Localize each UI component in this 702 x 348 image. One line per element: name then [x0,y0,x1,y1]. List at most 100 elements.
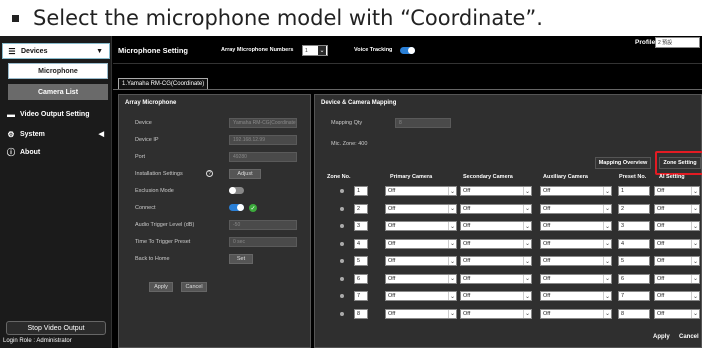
cancel-button[interactable]: Cancel [181,282,207,292]
ai-setting-select[interactable]: Off ⌄ [654,203,700,214]
zone-no-field[interactable]: 6 [354,273,368,284]
auxiliary-camera-select-value: Off [543,293,551,299]
primary-camera-select[interactable]: Off ⌄ [385,238,457,249]
auxiliary-camera-select[interactable]: Off ⌄ [540,221,612,231]
main-content: Microphone Setting Array Microphone Numb… [113,36,702,348]
zone-no-field[interactable]: 8 [354,308,368,319]
preset-no-field-value: 7 [621,293,625,299]
zone-no-field[interactable]: 7 [354,291,368,301]
sidebar-item-label: Camera List [37,88,79,96]
secondary-camera-select[interactable]: Off ⌄ [460,308,532,319]
primary-camera-select[interactable]: Off ⌄ [385,256,457,266]
primary-camera-select-value: Off [388,205,396,212]
preset-no-field[interactable]: 2 [618,203,650,214]
secondary-camera-select[interactable]: Off ⌄ [460,256,532,266]
help-icon[interactable]: ? [206,170,213,177]
mapping-apply-button[interactable]: Apply [653,334,670,340]
preset-no-field[interactable]: 7 [618,291,650,301]
chevron-down-icon: ⌄ [691,257,699,265]
chevron-down-icon: ⌄ [523,187,531,195]
ai-setting-select-value: Off [657,293,665,299]
sidebar-item-microphone[interactable]: Microphone [8,63,108,79]
sidebar-item-about[interactable]: ⓘ About [2,144,110,160]
connect-toggle[interactable] [229,204,244,211]
profile-select[interactable]: 2 預設 [655,37,700,48]
auxiliary-camera-select-value: Off [543,240,551,247]
ai-setting-select[interactable]: Off ⌄ [654,186,700,196]
zone-no-field[interactable]: 4 [354,238,368,249]
array-mic-numbers-label: Array Microphone Numbers [221,47,294,53]
primary-camera-select[interactable]: Off ⌄ [385,221,457,231]
chevron-down-icon: ⌄ [691,187,699,195]
secondary-camera-select[interactable]: Off ⌄ [460,273,532,284]
port-field[interactable]: 49280 [229,152,297,162]
zone-no-field-value: 2 [357,205,361,212]
back-to-home-set-button[interactable]: Set [229,254,253,264]
auxiliary-camera-select[interactable]: Off ⌄ [540,308,612,319]
mapping-qty-select[interactable]: 8 [395,118,451,128]
preset-no-field[interactable]: 1 [618,186,650,196]
ai-setting-select[interactable]: Off ⌄ [654,273,700,284]
ai-setting-select[interactable]: Off ⌄ [654,238,700,249]
secondary-camera-select[interactable]: Off ⌄ [460,238,532,249]
sidebar-item-camera-list[interactable]: Camera List [8,84,108,100]
primary-camera-select[interactable]: Off ⌄ [385,203,457,214]
ai-setting-select[interactable]: Off ⌄ [654,308,700,319]
secondary-camera-select[interactable]: Off ⌄ [460,221,532,231]
preset-no-field[interactable]: 6 [618,273,650,284]
secondary-camera-select[interactable]: Off ⌄ [460,291,532,301]
auxiliary-camera-select[interactable]: Off ⌄ [540,291,612,301]
col-preset-no: Preset No. [619,174,647,180]
preset-no-field[interactable]: 3 [618,221,650,231]
ai-setting-select[interactable]: Off ⌄ [654,291,700,301]
audio-trigger-field[interactable]: -50 [229,220,297,230]
time-to-trigger-select[interactable]: 0 sec [229,237,297,247]
primary-camera-select-value: Off [388,275,396,282]
device-label: Device [135,120,152,126]
primary-camera-select[interactable]: Off ⌄ [385,308,457,319]
primary-camera-select-value: Off [388,293,396,299]
chevron-down-icon: ⌄ [603,309,611,318]
caption-text: Select the microphone model with “Coordi… [33,6,543,30]
ai-setting-select[interactable]: Off ⌄ [654,221,700,231]
zone-no-field[interactable]: 2 [354,203,368,214]
zone-no-field[interactable]: 1 [354,186,368,196]
array-mic-numbers-select[interactable]: 1 ⌄ [302,45,328,56]
device-field[interactable]: Yamaha RM-CG(Coordinate) [229,118,297,128]
auxiliary-camera-select-value: Off [543,275,551,282]
auxiliary-camera-select[interactable]: Off ⌄ [540,238,612,249]
apply-button[interactable]: Apply [149,282,173,292]
preset-no-field[interactable]: 4 [618,238,650,249]
preset-no-field-value: 2 [621,205,625,212]
secondary-camera-select[interactable]: Off ⌄ [460,203,532,214]
primary-camera-select[interactable]: Off ⌄ [385,186,457,196]
ai-setting-select-value: Off [657,258,665,264]
tab-yamaha-coordinate[interactable]: 1.Yamaha RM-CG(Coordinate) [118,78,209,89]
secondary-camera-select[interactable]: Off ⌄ [460,186,532,196]
secondary-camera-select-value: Off [463,293,471,299]
auxiliary-camera-select[interactable]: Off ⌄ [540,256,612,266]
device-ip-field[interactable]: 192.168.12.99 [229,135,297,145]
zone-no-field[interactable]: 3 [354,221,368,231]
preset-no-field[interactable]: 5 [618,256,650,266]
zone-no-field[interactable]: 5 [354,256,368,266]
ai-setting-select[interactable]: Off ⌄ [654,256,700,266]
mapping-cancel-button[interactable]: Cancel [679,334,699,340]
voice-tracking-toggle[interactable] [400,47,415,54]
bullet-icon [12,14,19,22]
primary-camera-select[interactable]: Off ⌄ [385,273,457,284]
auxiliary-camera-select[interactable]: Off ⌄ [540,203,612,214]
chevron-down-icon: ⌄ [691,222,699,230]
preset-no-field[interactable]: 8 [618,308,650,319]
adjust-button[interactable]: Adjust [229,169,261,179]
sidebar-item-video-output[interactable]: ▬ Video Output Setting [2,106,110,122]
mapping-overview-button[interactable]: Mapping Overview [595,157,651,169]
exclusion-mode-toggle[interactable] [229,187,244,194]
sidebar-item-devices[interactable]: ☰ Devices ▼ [2,43,110,59]
auxiliary-camera-select[interactable]: Off ⌄ [540,186,612,196]
auxiliary-camera-select[interactable]: Off ⌄ [540,273,612,284]
stop-video-output-button[interactable]: Stop Video Output [6,321,106,335]
primary-camera-select[interactable]: Off ⌄ [385,291,457,301]
primary-camera-select-value: Off [388,258,396,264]
sidebar-item-system[interactable]: ⚙ System ◀ [2,126,110,142]
